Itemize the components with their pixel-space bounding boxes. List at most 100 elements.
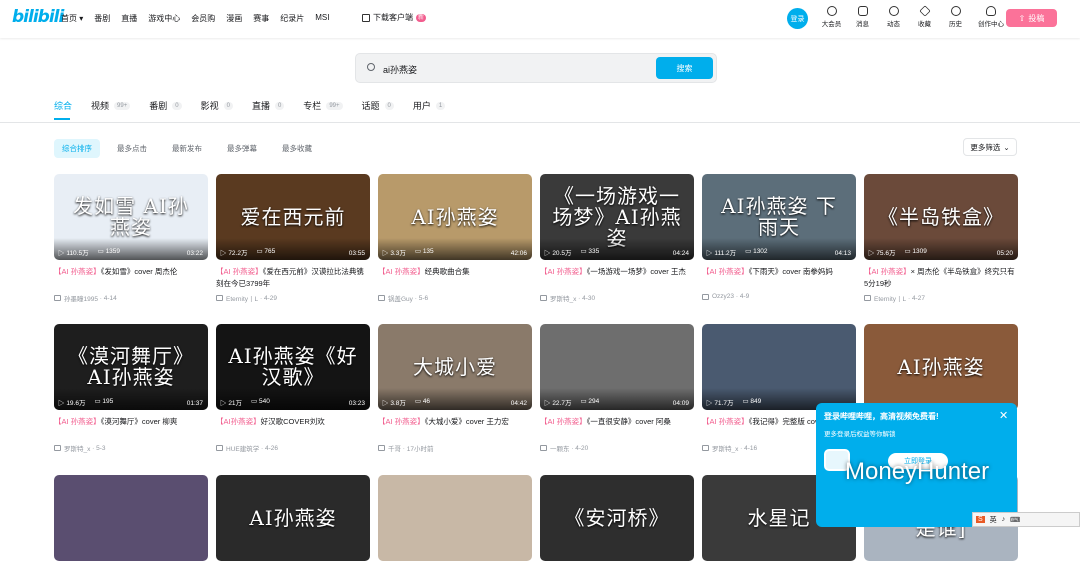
uploader-name[interactable]: Eternity丨L	[874, 293, 906, 303]
tab-article[interactable]: 专栏 99+	[303, 99, 343, 112]
video-thumbnail[interactable]: AI孙燕姿 下雨天 ▷ 111.2万 ▭ 1302 04:13	[702, 174, 856, 260]
danmaku-count: ▭ 46	[414, 398, 431, 405]
download-client-link[interactable]: 下载客户端 新	[362, 12, 427, 23]
nav-live[interactable]: 直播	[121, 13, 137, 24]
uploader-name[interactable]: 罗斯特_x	[712, 443, 738, 453]
video-card[interactable]: 爱在西元前 ▷ 72.2万 ▭ 765 03:55 【AI 孙燕姿】《爱在西元前》汉谟拉…	[216, 174, 370, 303]
nav-msi[interactable]: MSI	[315, 13, 329, 24]
search-button[interactable]: 搜索	[656, 57, 713, 79]
video-card[interactable]: AI孙燕姿 下雨天 ▷ 111.2万 ▭ 1302 04:13 【AI 孙燕姿】《下雨天…	[702, 174, 856, 300]
ime-lang[interactable]: 英	[990, 515, 997, 525]
video-card[interactable]	[378, 475, 532, 561]
video-thumbnail[interactable]: 《漠河舞厅》AI孙燕姿 ▷ 19.6万 ▭ 195 01:37	[54, 324, 208, 410]
history-entry[interactable]: 历史	[940, 6, 971, 28]
video-title[interactable]: 【AI 孙燕姿】《下雨天》cover 南拳妈妈	[702, 266, 856, 290]
video-card[interactable]: AI孙燕姿	[864, 324, 1018, 410]
video-title[interactable]: 【AI孙燕姿】好汉歌COVER刘欢	[216, 416, 370, 440]
video-card[interactable]: 发如雪 AI孙燕姿 ▷ 110.5万 ▭ 1359 03:22 【AI 孙燕姿】《发如雪…	[54, 174, 208, 303]
video-meta: 罗斯特_x · 5-3	[54, 443, 208, 453]
video-title[interactable]: 【AI 孙燕姿】《爱在西元前》汉谟拉比法典镌刻在今已3799年	[216, 266, 370, 290]
video-title[interactable]: 【AI 孙燕姿】《一场游戏一场梦》cover 王杰	[540, 266, 694, 290]
favorites-entry[interactable]: 收藏	[909, 5, 940, 28]
nav-documentary[interactable]: 纪录片	[280, 13, 304, 24]
video-thumbnail[interactable]: ▷ 22.7万 ▭ 294 04:09	[540, 324, 694, 410]
video-thumbnail[interactable]: 大城小爱 ▷ 3.8万 ▭ 46 04:42	[378, 324, 532, 410]
title-text: 《大城小爱》cover 王力宏	[424, 417, 509, 426]
video-card[interactable]: 《半岛铁盒》 ▷ 75.6万 ▭ 1309 05:20 【AI 孙燕姿】× 周杰伦《半岛…	[864, 174, 1018, 303]
video-card[interactable]: AI孙燕姿《好汉歌》 ▷ 21万 ▭ 540 03:23 【AI孙燕姿】好汉歌COVER…	[216, 324, 370, 453]
uploader-name[interactable]: HUE建筑学	[226, 443, 259, 453]
sort-newest[interactable]: 最新发布	[164, 139, 210, 158]
vip-entry[interactable]: 大会员	[816, 6, 847, 28]
uploader-name[interactable]: 孙墨瞳1995	[64, 293, 98, 303]
video-card[interactable]: ▷ 22.7万 ▭ 294 04:09 【AI 孙燕姿】《一直很安静》cover 阿桑…	[540, 324, 694, 453]
uploader-name[interactable]: 罗斯特_x	[550, 293, 576, 303]
sort-options: 综合排序 最多点击 最新发布 最多弹幕 最多收藏	[54, 139, 329, 158]
tab-video[interactable]: 视频 99+	[91, 99, 131, 112]
message-entry[interactable]: 消息	[847, 6, 878, 28]
video-card[interactable]	[54, 475, 208, 561]
close-icon[interactable]: ✕	[999, 409, 1008, 422]
nav-esports[interactable]: 赛事	[253, 13, 269, 24]
video-card[interactable]: 《漠河舞厅》AI孙燕姿 ▷ 19.6万 ▭ 195 01:37 【AI 孙燕姿】《漠河舞…	[54, 324, 208, 453]
sort-most-clicks[interactable]: 最多点击	[109, 139, 155, 158]
video-title[interactable]: 【AI 孙燕姿】× 周杰伦《半岛铁盒》终究只有5分19秒	[864, 266, 1018, 290]
video-title[interactable]: 【AI 孙燕姿】经典歌曲合集	[378, 266, 532, 290]
uploader-name[interactable]: 锅盖Guy	[388, 293, 413, 303]
upload-button[interactable]: ⇧ 投稿	[1006, 9, 1057, 27]
video-thumbnail[interactable]	[378, 475, 532, 561]
creator-center-entry[interactable]: 创作中心	[971, 6, 1011, 28]
nav-bangumi[interactable]: 番剧	[94, 13, 110, 24]
nav-mall[interactable]: 会员购	[191, 13, 215, 24]
video-title[interactable]: 【AI 孙燕姿】《一直很安静》cover 阿桑	[540, 416, 694, 440]
danmaku-count-value: 1302	[753, 248, 768, 255]
video-thumbnail[interactable]: AI孙燕姿	[216, 475, 370, 561]
video-thumbnail[interactable]: AI孙燕姿 ▷ 3.3万 ▭ 135 42:06	[378, 174, 532, 260]
sort-most-favorites[interactable]: 最多收藏	[274, 139, 320, 158]
tab-film[interactable]: 影视 0	[201, 99, 233, 112]
uploader-name[interactable]: 罗斯特_x	[64, 443, 90, 453]
uploader-name[interactable]: Ozzy23	[712, 293, 734, 300]
nav-home[interactable]: 首页 ▾	[61, 13, 83, 24]
video-thumbnail[interactable]	[54, 475, 208, 561]
sort-most-danmaku[interactable]: 最多弹幕	[219, 139, 265, 158]
video-thumbnail[interactable]: 《半岛铁盒》 ▷ 75.6万 ▭ 1309 05:20	[864, 174, 1018, 260]
video-card[interactable]: AI孙燕姿 ▷ 3.3万 ▭ 135 42:06 【AI 孙燕姿】经典歌曲合集锅盖Guy…	[378, 174, 532, 303]
video-card[interactable]: 《安河桥》	[540, 475, 694, 561]
uploader-name[interactable]: Eternity丨L	[226, 293, 258, 303]
video-duration: 03:23	[348, 400, 365, 407]
nav-game-center[interactable]: 游戏中心	[148, 13, 180, 24]
video-title[interactable]: 【AI 孙燕姿】《大城小爱》cover 王力宏	[378, 416, 532, 440]
play-count-value: 111.2万	[714, 250, 737, 257]
search-input[interactable]: ai孙燕姿	[383, 63, 417, 76]
video-thumbnail[interactable]: ▷ 71.7万 ▭ 849	[702, 324, 856, 410]
video-stats: ▷ 3.3万 ▭ 135	[382, 247, 434, 257]
video-card[interactable]: AI孙燕姿	[216, 475, 370, 561]
video-thumbnail[interactable]: 《安河桥》	[540, 475, 694, 561]
video-thumbnail[interactable]: 《一场游戏一场梦》AI孙燕姿▷ 20.5万▭ 33504:24	[540, 174, 694, 260]
video-title[interactable]: 【AI 孙燕姿】《发如雪》cover 周杰伦	[54, 266, 208, 290]
keyboard-icon[interactable]: ⌨	[1010, 516, 1020, 524]
uploader-name[interactable]: 千哥	[388, 443, 401, 453]
video-thumbnail[interactable]: 发如雪 AI孙燕姿 ▷ 110.5万 ▭ 1359 03:22	[54, 174, 208, 260]
video-card[interactable]: 《一场游戏一场梦》AI孙燕姿▷ 20.5万▭ 33504:24 【AI 孙燕姿】《…	[540, 174, 694, 303]
microphone-icon[interactable]: ♪	[1002, 516, 1006, 523]
video-card[interactable]: 大城小爱 ▷ 3.8万 ▭ 46 04:42 【AI 孙燕姿】《大城小爱》cover 王…	[378, 324, 532, 453]
video-thumbnail[interactable]: AI孙燕姿《好汉歌》 ▷ 21万 ▭ 540 03:23	[216, 324, 370, 410]
sort-default[interactable]: 综合排序	[54, 139, 100, 158]
more-filters-button[interactable]: 更多筛选 ⌄	[963, 138, 1017, 156]
login-avatar-button[interactable]: 登录	[787, 8, 808, 29]
dynamic-entry[interactable]: 动态	[878, 6, 909, 28]
uploader-name[interactable]: 一颗东	[550, 443, 570, 453]
video-thumbnail[interactable]: 爱在西元前 ▷ 72.2万 ▭ 765 03:55	[216, 174, 370, 260]
nav-manga[interactable]: 漫画	[226, 13, 242, 24]
tab-bangumi[interactable]: 番剧 0	[149, 99, 182, 112]
video-thumbnail[interactable]: AI孙燕姿	[864, 324, 1018, 410]
tab-all[interactable]: 综合	[54, 99, 72, 112]
tab-live[interactable]: 直播 0	[252, 99, 285, 112]
tab-topic[interactable]: 话题 0	[362, 99, 394, 112]
bilibili-logo[interactable]: bilibili	[12, 7, 64, 27]
download-label: 下载客户端	[373, 13, 413, 22]
tab-user[interactable]: 用户 1	[413, 99, 446, 112]
video-title[interactable]: 【AI 孙燕姿】《漠河舞厅》cover 柳爽	[54, 416, 208, 440]
